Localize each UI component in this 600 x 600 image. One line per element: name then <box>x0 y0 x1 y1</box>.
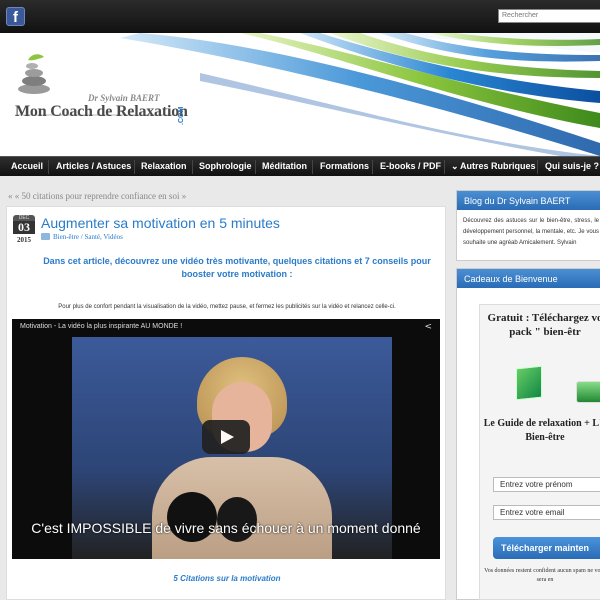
top-bar: f Rechercher <box>0 0 600 33</box>
privacy-note: Vos données restent confident aucun spam… <box>484 568 600 583</box>
facebook-icon[interactable]: f <box>6 7 25 26</box>
date-day: 03 <box>13 221 35 234</box>
folder-icon <box>41 233 50 240</box>
nav-divider <box>372 160 373 174</box>
search-input[interactable]: Rechercher <box>498 9 600 23</box>
video-subtitle: C'est IMPOSSIBLE de vivre sans échouer à… <box>31 520 421 536</box>
date-year: 2015 <box>17 236 31 244</box>
article-title[interactable]: Augmenter sa motivation en 5 minutes <box>41 215 280 231</box>
audio-icon <box>576 381 600 403</box>
nav-item-qui-suis-je[interactable]: Qui suis-je ? <box>545 161 599 171</box>
article-categories: Bien-être / Santé, Vidéos <box>41 233 123 241</box>
ebook-icon <box>516 365 542 401</box>
logo-author: Dr Sylvain BAERT <box>88 93 160 103</box>
sidebar-blog-widget: Blog du Dr Sylvain BAERT Découvrez des a… <box>456 190 600 261</box>
nav-divider <box>537 160 538 174</box>
gift-offer-text: Gratuit : Téléchargez vo pack " bien-êtr <box>487 312 600 338</box>
video-note: Pour plus de confort pendant la visualis… <box>58 304 396 310</box>
nav-divider <box>444 160 445 174</box>
logo-tld: .COM <box>178 106 185 125</box>
gift-optin-box: Gratuit : Téléchargez vo pack " bien-êtr… <box>479 304 600 600</box>
previous-post-link[interactable]: « « 50 citations pour reprendre confianc… <box>8 191 186 201</box>
article-card: DEC 03 2015 Augmenter sa motivation en 5… <box>6 206 446 600</box>
nav-item-accueil[interactable]: Accueil <box>11 161 43 171</box>
nav-item-sophrologie[interactable]: Sophrologie <box>199 161 252 171</box>
share-icon[interactable]: < <box>424 322 432 332</box>
gift-guide-text: Le Guide de relaxation + L'e Bien-être <box>483 418 600 443</box>
nav-divider <box>48 160 49 174</box>
nav-divider <box>255 160 256 174</box>
chevron-down-icon: ⌄ <box>451 161 459 171</box>
category-links[interactable]: Bien-être / Santé, Vidéos <box>53 233 123 241</box>
article-intro: Dans cet article, découvrez une vidéo tr… <box>43 256 431 279</box>
nav-item-articles[interactable]: Articles / Astuces <box>56 161 131 171</box>
nav-divider <box>192 160 193 174</box>
nav-item-formations[interactable]: Formations <box>320 161 369 171</box>
nav-item-autres[interactable]: Autres Rubriques <box>460 161 536 171</box>
sidebar-blog-text: Découvrez des astuces sur le bien-être, … <box>463 218 599 246</box>
logo-title[interactable]: Mon Coach de Relaxation <box>15 103 188 121</box>
video-title[interactable]: Motivation - La vidéo la plus inspirante… <box>20 323 182 330</box>
nav-item-ebooks[interactable]: E-books / PDF <box>380 161 441 171</box>
video-player[interactable]: Motivation - La vidéo la plus inspirante… <box>12 319 440 559</box>
nav-divider <box>312 160 313 174</box>
main-navigation: Accueil Articles / Astuces Relaxation So… <box>0 156 600 176</box>
nav-item-relaxation[interactable]: Relaxation <box>141 161 187 171</box>
nav-divider <box>134 160 135 174</box>
email-input[interactable]: Entrez votre email <box>493 505 600 520</box>
play-button[interactable] <box>202 420 250 454</box>
citations-heading: 5 Citations sur la motivation <box>173 574 281 583</box>
sidebar-gift-heading: Cadeaux de Bienvenue <box>457 269 600 288</box>
date-badge: DEC 03 2015 <box>13 215 35 244</box>
nav-item-meditation[interactable]: Méditation <box>262 161 307 171</box>
download-button[interactable]: Télécharger mainten <box>493 537 600 559</box>
header-banner: Dr Sylvain BAERT Mon Coach de Relaxation… <box>0 33 600 156</box>
firstname-input[interactable]: Entrez votre prénom <box>493 477 600 492</box>
sidebar-blog-heading: Blog du Dr Sylvain BAERT <box>457 191 600 210</box>
